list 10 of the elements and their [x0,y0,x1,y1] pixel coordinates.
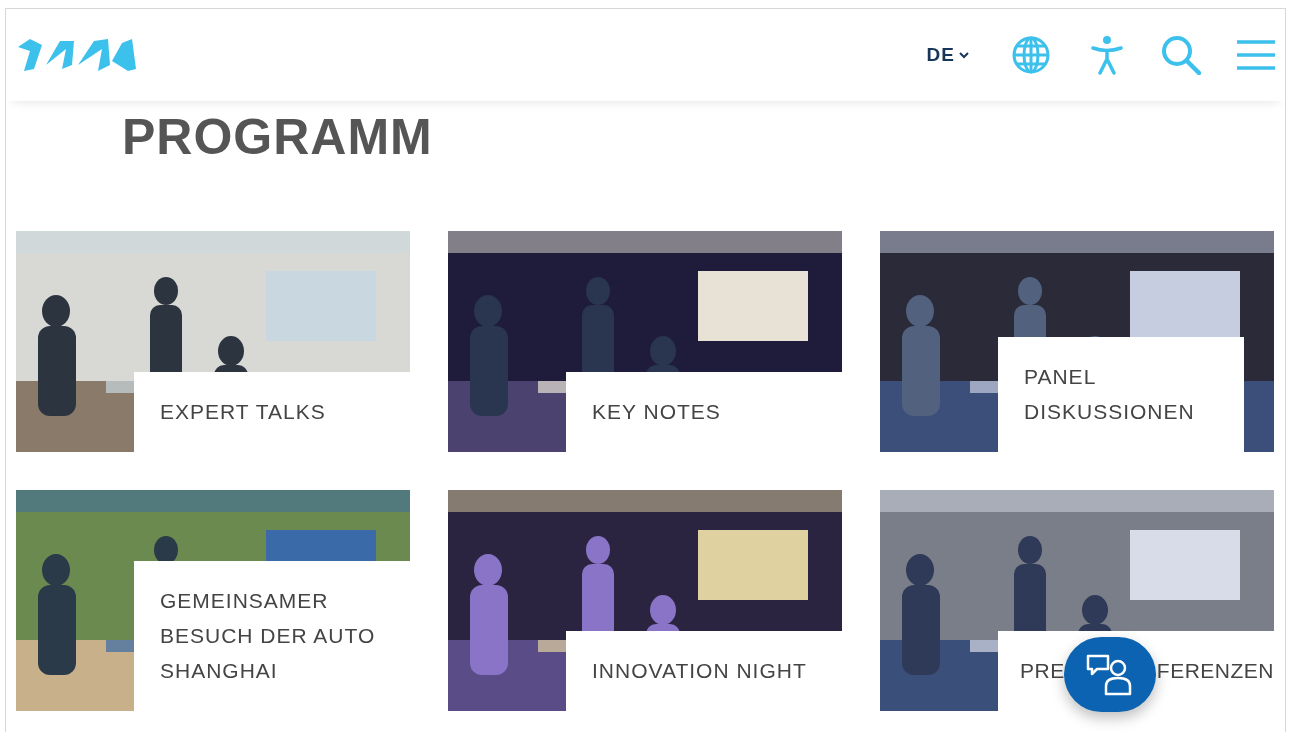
globe-icon[interactable] [1011,35,1051,75]
page-title: PROGRAMM [122,108,433,167]
menu-icon[interactable] [1237,40,1275,70]
accessibility-icon[interactable] [1091,35,1123,75]
language-selector[interactable]: DE [926,44,969,66]
card-title[interactable]: FERENZEN [1156,653,1274,688]
search-icon[interactable] [1161,35,1201,75]
chat-person-icon [1086,653,1134,696]
card-title[interactable]: PRE [1020,653,1065,688]
chevron-icon [959,51,969,59]
